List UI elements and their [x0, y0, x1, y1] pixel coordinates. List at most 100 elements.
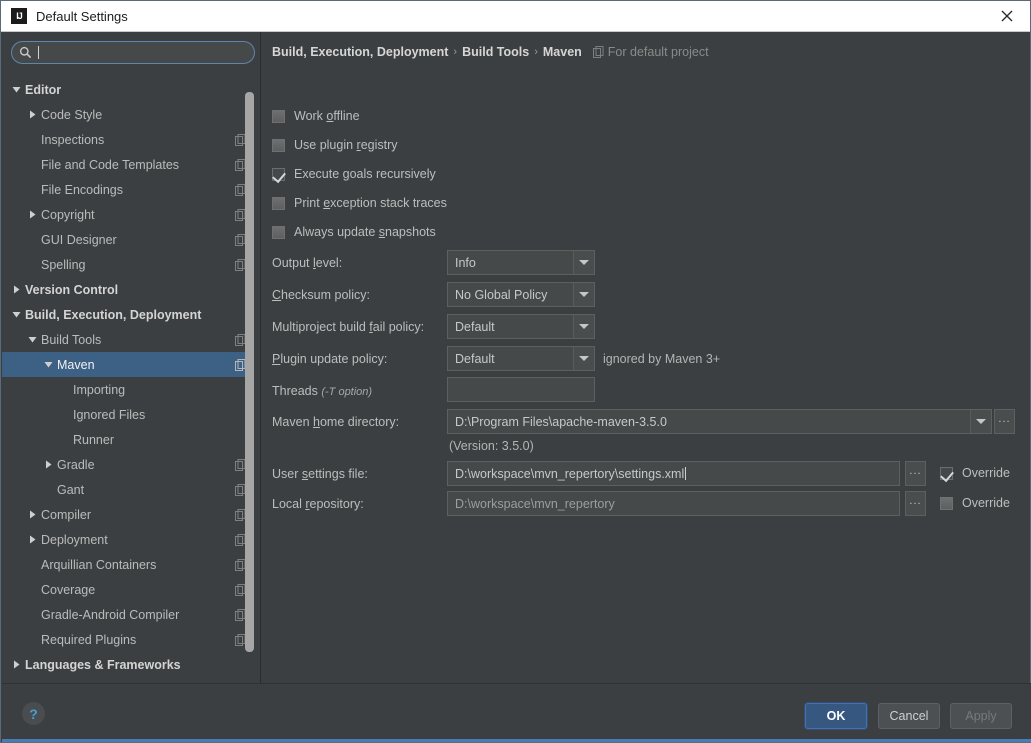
checkbox-box[interactable]: [272, 109, 285, 123]
sidebar-item-editor[interactable]: Editor: [2, 77, 252, 102]
sidebar-item-arquillian-containers[interactable]: Arquillian Containers: [2, 552, 252, 577]
multiproject-fail-policy-dropdown[interactable]: Default: [447, 314, 595, 339]
settings-dialog: IJ Default Settings Editor Code Style Insp…: [0, 0, 1031, 743]
checksum-policy-label: Checksum policy:: [272, 288, 370, 302]
sidebar-item-maven[interactable]: Maven: [2, 352, 252, 377]
local-repository-input[interactable]: D:\workspace\mvn_repertory: [447, 491, 900, 516]
chevron-right-icon[interactable]: [26, 208, 39, 221]
sidebar-item-gradle[interactable]: Gradle: [2, 452, 252, 477]
sidebar-item-gui-designer[interactable]: GUI Designer: [2, 227, 252, 252]
plugin-update-policy-note: ignored by Maven 3+: [603, 352, 721, 366]
sidebar-item-build-tools[interactable]: Build Tools: [2, 327, 252, 352]
help-icon[interactable]: ?: [22, 702, 45, 725]
checkbox-box[interactable]: [272, 196, 285, 210]
sidebar-item-languages-frameworks[interactable]: Languages & Frameworks: [2, 652, 252, 677]
checkbox-box[interactable]: [940, 466, 953, 480]
sidebar-item-label: Importing: [73, 382, 126, 397]
chevron-right-icon[interactable]: [10, 658, 23, 671]
chevron-down-icon[interactable]: [970, 410, 991, 433]
chevron-right-icon[interactable]: [26, 108, 39, 121]
checkbox-box[interactable]: [272, 167, 285, 181]
user-settings-override-checkbox[interactable]: Override: [940, 466, 1010, 480]
ok-button[interactable]: OK: [805, 703, 867, 729]
sidebar-item-gradle-android-compiler[interactable]: Gradle-Android Compiler: [2, 602, 252, 627]
sidebar-item-required-plugins[interactable]: Required Plugins: [2, 627, 252, 652]
chevron-down-icon[interactable]: [26, 333, 39, 346]
sidebar-item-gant[interactable]: Gant: [2, 477, 252, 502]
apply-button[interactable]: Apply: [950, 703, 1012, 729]
chevron-right-icon[interactable]: [42, 458, 55, 471]
sidebar-item-deployment[interactable]: Deployment: [2, 527, 252, 552]
sidebar-item-label: Required Plugins: [41, 632, 137, 647]
search-caret: [38, 46, 39, 59]
chevron-right-icon[interactable]: [10, 283, 23, 296]
checkbox-work-offline[interactable]: Work offline: [272, 109, 360, 123]
user-settings-file-label: User settings file:: [272, 467, 368, 481]
threads-label-row: Threads (-T option): [272, 384, 372, 398]
sidebar-item-inspections[interactable]: Inspections: [2, 127, 252, 152]
settings-tree[interactable]: Editor Code Style Inspections File and Code…: [2, 77, 252, 683]
sidebar-item-build-execution-deployment[interactable]: Build, Execution, Deployment: [2, 302, 252, 327]
chevron-down-icon[interactable]: [573, 315, 594, 338]
search-field[interactable]: [11, 41, 255, 64]
user-settings-file-input[interactable]: D:\workspace\mvn_repertory\settings.xml: [447, 461, 900, 486]
checkbox-execute-goals-recursively[interactable]: Execute goals recursively: [272, 167, 436, 181]
checkbox-always-update-snapshots[interactable]: Always update snapshots: [272, 225, 436, 239]
checksum-policy-dropdown[interactable]: No Global Policy: [447, 282, 595, 307]
chevron-down-icon[interactable]: [10, 308, 23, 321]
sidebar-item-file-and-code-templates[interactable]: File and Code Templates: [2, 152, 252, 177]
chevron-down-icon[interactable]: [42, 358, 55, 371]
chevron-down-icon[interactable]: [573, 347, 594, 370]
local-repository-browse-button[interactable]: ...: [905, 491, 926, 516]
output-level-dropdown[interactable]: Info: [447, 250, 595, 275]
sidebar-item-coverage[interactable]: Coverage: [2, 577, 252, 602]
sidebar-item-label: Version Control: [25, 282, 119, 297]
sidebar-scrollbar[interactable]: [245, 92, 254, 672]
user-settings-file-browse-button[interactable]: ...: [905, 461, 926, 486]
chevron-right-icon[interactable]: [26, 508, 39, 521]
breadcrumb-scope-label: For default project: [607, 45, 709, 59]
sidebar-scrollbar-thumb[interactable]: [245, 92, 254, 652]
plugin-update-policy-dropdown[interactable]: Default: [447, 346, 595, 371]
threads-input[interactable]: [447, 377, 595, 402]
maven-home-browse-button[interactable]: ...: [994, 409, 1015, 434]
breadcrumb-part-1[interactable]: Build, Execution, Deployment: [272, 45, 448, 59]
sidebar-item-label: Editor: [25, 82, 62, 97]
checkbox-box[interactable]: [272, 138, 285, 152]
breadcrumb-scope-note: For default project: [592, 45, 709, 59]
sidebar-item-file-encodings[interactable]: File Encodings: [2, 177, 252, 202]
close-icon[interactable]: [984, 1, 1030, 31]
sidebar-item-label: Runner: [73, 432, 114, 447]
chevron-down-icon[interactable]: [10, 83, 23, 96]
sidebar-item-compiler[interactable]: Compiler: [2, 502, 252, 527]
sidebar-item-label: Gant: [57, 482, 85, 497]
checkbox-print-exception-stack-traces[interactable]: Print exception stack traces: [272, 196, 447, 210]
search-input[interactable]: [35, 43, 254, 62]
chevron-down-icon[interactable]: [573, 283, 594, 306]
chevron-right-icon[interactable]: [26, 533, 39, 546]
plugin-update-policy-value: Default: [455, 351, 495, 366]
sidebar-item-ignored-files[interactable]: Ignored Files: [2, 402, 252, 427]
multiproject-fail-policy-value: Default: [455, 319, 495, 334]
sidebar-item-spelling[interactable]: Spelling: [2, 252, 252, 277]
breadcrumb-part-2[interactable]: Build Tools: [462, 45, 529, 59]
sidebar-item-copyright[interactable]: Copyright: [2, 202, 252, 227]
checkbox-box[interactable]: [940, 496, 953, 510]
cancel-button[interactable]: Cancel: [878, 703, 940, 729]
checkbox-use-plugin-registry[interactable]: Use plugin registry: [272, 138, 398, 152]
window-title: Default Settings: [36, 8, 128, 24]
checkbox-label: Execute goals recursively: [294, 167, 436, 181]
sidebar-item-runner[interactable]: Runner: [2, 427, 252, 452]
checkbox-box[interactable]: [272, 225, 285, 239]
local-repository-override-checkbox[interactable]: Override: [940, 496, 1010, 510]
sidebar-item-importing[interactable]: Importing: [2, 377, 252, 402]
maven-home-dropdown[interactable]: D:\Program Files\apache-maven-3.5.0: [447, 409, 992, 434]
threads-label: Threads (-T option): [272, 384, 373, 398]
sidebar-item-version-control[interactable]: Version Control: [2, 277, 252, 302]
sidebar-item-code-style[interactable]: Code Style: [2, 102, 252, 127]
chevron-down-icon[interactable]: [573, 251, 594, 274]
breadcrumb-part-3[interactable]: Maven: [543, 45, 582, 59]
